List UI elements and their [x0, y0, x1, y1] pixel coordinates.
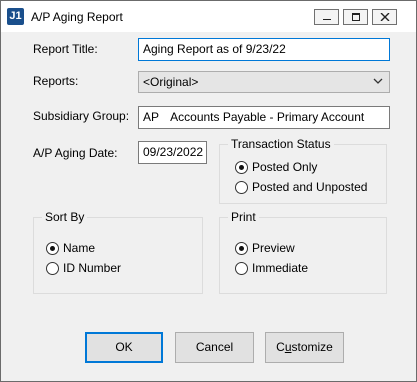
customize-label-end: stomize: [291, 340, 333, 354]
cancel-button[interactable]: Cancel: [175, 332, 254, 363]
radio-unselected-icon: [235, 262, 248, 275]
print-title: Print: [228, 210, 259, 224]
ap-aging-report-dialog: J1 A/P Aging Report Report Title: Aging …: [0, 0, 417, 382]
radio-label: Posted and Unposted: [252, 180, 368, 194]
radio-label: ID Number: [63, 261, 122, 275]
transaction-status-group: Transaction Status: [219, 137, 387, 204]
radio-label: Posted Only: [252, 160, 318, 174]
print-group: Print: [219, 210, 387, 294]
close-button[interactable]: [372, 9, 397, 25]
app-logo-icon: J1: [7, 8, 24, 25]
maximize-icon: [352, 13, 360, 21]
aging-date-input[interactable]: 09/23/2022: [138, 141, 207, 164]
report-title-input[interactable]: Aging Report as of 9/23/22: [138, 38, 390, 61]
radio-unselected-icon: [235, 181, 248, 194]
subsidiary-group-label: Subsidiary Group:: [33, 109, 130, 123]
chevron-down-icon: [373, 78, 383, 84]
radio-label: Immediate: [252, 261, 309, 275]
minimize-button[interactable]: [314, 9, 339, 25]
radio-label: Preview: [252, 241, 295, 255]
title-bar: J1 A/P Aging Report: [1, 1, 416, 32]
sort-by-title: Sort By: [42, 210, 88, 224]
customize-button[interactable]: Customize: [265, 332, 344, 363]
customize-label-accelerator: u: [284, 340, 292, 354]
reports-label: Reports:: [33, 74, 79, 88]
ok-button[interactable]: OK: [85, 332, 163, 363]
radio-selected-icon: [235, 242, 248, 255]
subsidiary-group-field[interactable]: AP Accounts Payable - Primary Account: [138, 106, 390, 129]
subsidiary-code: AP: [143, 110, 159, 124]
radio-selected-icon: [46, 242, 59, 255]
radio-unselected-icon: [46, 262, 59, 275]
aging-date-label: A/P Aging Date:: [33, 146, 118, 160]
sort-by-group: Sort By: [33, 210, 203, 294]
customize-label-start: C: [276, 340, 285, 354]
radio-label: Name: [63, 241, 96, 255]
maximize-button[interactable]: [343, 9, 368, 25]
transaction-status-title: Transaction Status: [228, 137, 334, 151]
minimize-icon: [323, 19, 331, 20]
report-title-label: Report Title:: [33, 42, 98, 56]
window-title: A/P Aging Report: [31, 10, 123, 24]
close-icon: [380, 13, 390, 21]
reports-selected-value: <Original>: [143, 75, 199, 89]
subsidiary-description: Accounts Payable - Primary Account: [170, 110, 365, 124]
radio-selected-icon: [235, 161, 248, 174]
reports-select[interactable]: <Original>: [138, 71, 390, 93]
